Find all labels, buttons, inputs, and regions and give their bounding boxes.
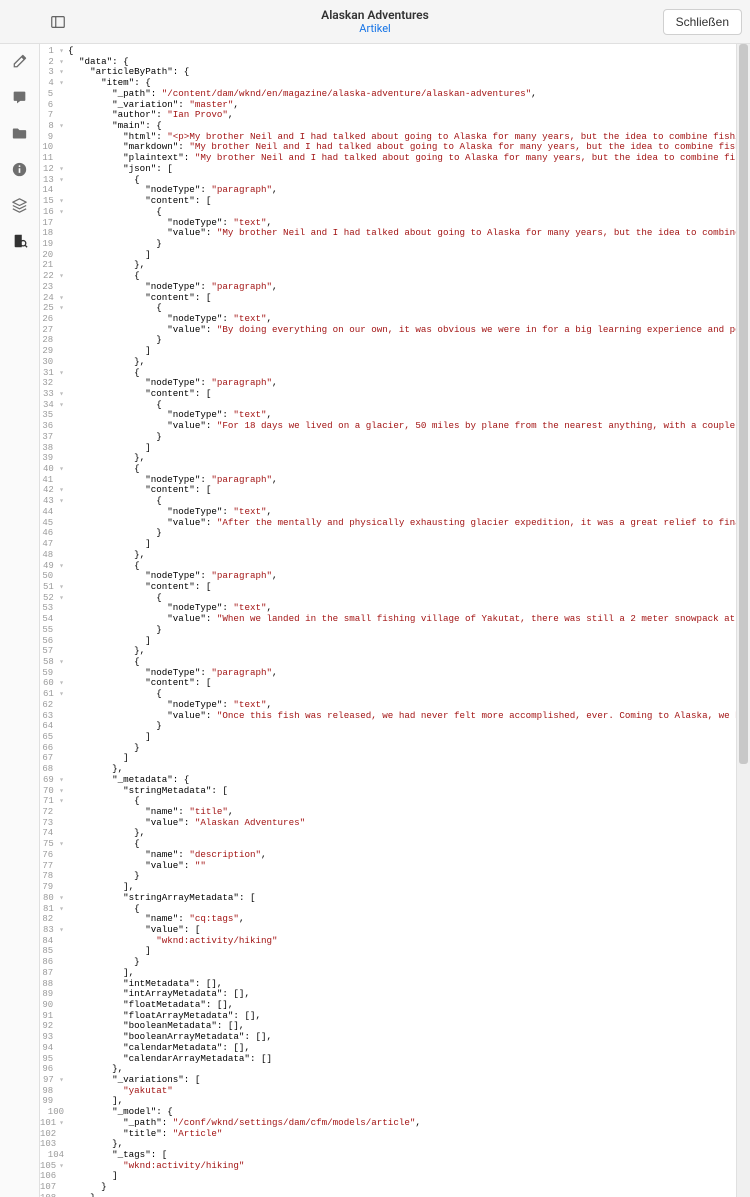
line-gutter: 1 ▾2 ▾3 ▾4 ▾5 6 7 8 ▾9 10 11 12 ▾13 ▾14 …	[40, 44, 68, 1197]
code-editor[interactable]: 1 ▾2 ▾3 ▾4 ▾5 6 7 8 ▾9 10 11 12 ▾13 ▾14 …	[40, 44, 750, 1197]
vertical-scrollbar[interactable]	[736, 44, 750, 1197]
left-rail	[0, 44, 40, 1197]
layers-icon[interactable]	[9, 194, 31, 216]
page-subtitle[interactable]: Artikel	[321, 22, 429, 35]
edit-icon[interactable]	[9, 50, 31, 72]
close-button[interactable]: Schließen	[663, 9, 742, 35]
preview-icon[interactable]	[9, 230, 31, 252]
code-content[interactable]: { "data": { "articleByPath": { "item": {…	[68, 44, 736, 1197]
app-header: Alaskan Adventures Artikel Schließen	[0, 0, 750, 44]
title-area: Alaskan Adventures Artikel	[321, 8, 429, 35]
info-icon[interactable]	[9, 158, 31, 180]
comment-icon[interactable]	[9, 86, 31, 108]
toggle-panel-button[interactable]	[44, 8, 72, 36]
folder-icon[interactable]	[9, 122, 31, 144]
scrollbar-thumb[interactable]	[739, 44, 748, 764]
page-title: Alaskan Adventures	[321, 8, 429, 22]
